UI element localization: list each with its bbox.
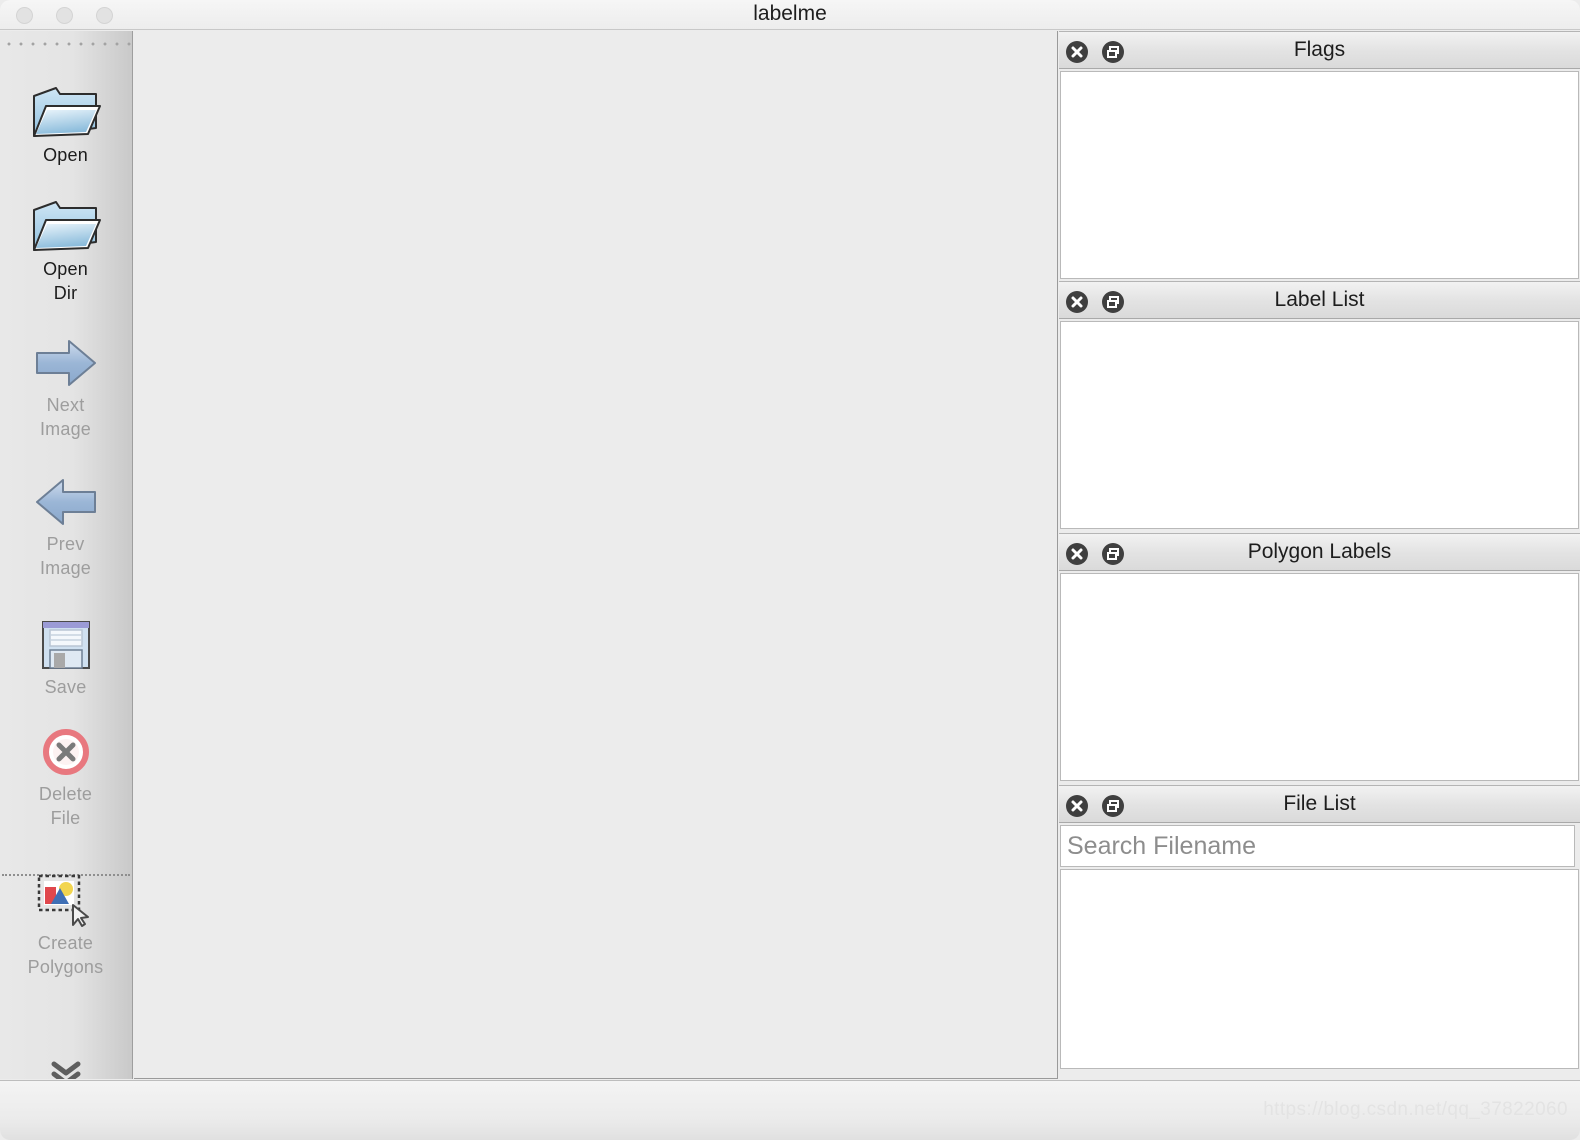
app-window: labelme Open Open Dir Next Image Prev Im… bbox=[0, 0, 1580, 1140]
toolbar-button-next-image[interactable] bbox=[0, 333, 131, 393]
create-polygon-icon bbox=[0, 871, 131, 931]
toolbar-drag-handle[interactable] bbox=[0, 39, 131, 49]
toolbar-label-delete-file: Delete File bbox=[0, 782, 131, 830]
dock-title-flags: Flags bbox=[1293, 38, 1346, 61]
toolbar-label-create-polygons-text: Create Polygons bbox=[27, 933, 104, 977]
watermark-text: https://blog.csdn.net/qq_37822060 bbox=[1263, 1099, 1568, 1120]
toolbar-label-prev-image-text: Prev Image bbox=[39, 534, 92, 578]
toolbar-button-save[interactable] bbox=[0, 615, 131, 675]
toolbar-label-next-image-text: Next Image bbox=[39, 395, 92, 439]
delete-circle-icon bbox=[0, 722, 131, 782]
toolbar-label-open-dir-text: Open Dir bbox=[43, 259, 88, 303]
toolbar-button-open-dir[interactable] bbox=[0, 197, 131, 257]
right-dock: Flags Label List Polygon Labels File Lis… bbox=[1059, 31, 1580, 1079]
dock-title-label-list: Label List bbox=[1274, 288, 1365, 311]
toolbar-label-prev-image: Prev Image bbox=[0, 532, 131, 580]
toolbar-label-save: Save bbox=[0, 675, 131, 699]
dock-header-flags: Flags bbox=[1059, 31, 1580, 69]
dock-title-file-list: File List bbox=[1283, 792, 1356, 815]
open-dir-folder-icon bbox=[0, 197, 131, 257]
toolbar-label-open-dir: Open Dir bbox=[0, 257, 131, 305]
toolbar-button-prev-image[interactable] bbox=[0, 472, 131, 532]
toolbar-label-save-text: Save bbox=[44, 677, 87, 697]
dock-panel-polygon-labels: Polygon Labels bbox=[1059, 533, 1580, 781]
status-bar: https://blog.csdn.net/qq_37822060 bbox=[0, 1080, 1580, 1140]
dock-header-label-list: Label List bbox=[1059, 281, 1580, 319]
dock-panel-label-list: Label List bbox=[1059, 281, 1580, 529]
toolbar-button-create-polygons[interactable] bbox=[0, 871, 131, 931]
image-canvas[interactable] bbox=[134, 31, 1058, 1079]
arrow-right-icon bbox=[0, 333, 131, 393]
toolbar-label-delete-file-text: Delete File bbox=[38, 784, 93, 828]
search-filename-input[interactable] bbox=[1060, 825, 1575, 867]
arrow-left-icon bbox=[0, 472, 131, 532]
title-bar: labelme bbox=[0, 0, 1580, 30]
toolbar-button-open[interactable] bbox=[0, 83, 131, 143]
floppy-disk-icon bbox=[0, 615, 131, 675]
file-list[interactable] bbox=[1060, 869, 1579, 1069]
toolbar-label-open-text: Open bbox=[43, 145, 88, 165]
left-toolbar: Open Open Dir Next Image Prev Image Save… bbox=[0, 31, 133, 1079]
dock-title-polygon-labels: Polygon Labels bbox=[1247, 540, 1392, 563]
dock-panel-flags: Flags bbox=[1059, 31, 1580, 279]
polygon-labels-list[interactable] bbox=[1060, 573, 1579, 781]
dock-header-polygon-labels: Polygon Labels bbox=[1059, 533, 1580, 571]
label-list[interactable] bbox=[1060, 321, 1579, 529]
toolbar-label-create-polygons: Create Polygons bbox=[0, 931, 131, 979]
open-folder-icon bbox=[0, 83, 131, 143]
window-title: labelme bbox=[753, 2, 827, 25]
toolbar-label-open: Open bbox=[0, 143, 131, 167]
toolbar-label-next-image: Next Image bbox=[0, 393, 131, 441]
dock-header-file-list: File List bbox=[1059, 785, 1580, 823]
flags-list[interactable] bbox=[1060, 71, 1579, 279]
dock-panel-file-list: File List bbox=[1059, 785, 1580, 1069]
toolbar-overflow-chevron-icon[interactable] bbox=[0, 1059, 131, 1079]
toolbar-button-delete-file[interactable] bbox=[0, 722, 131, 782]
